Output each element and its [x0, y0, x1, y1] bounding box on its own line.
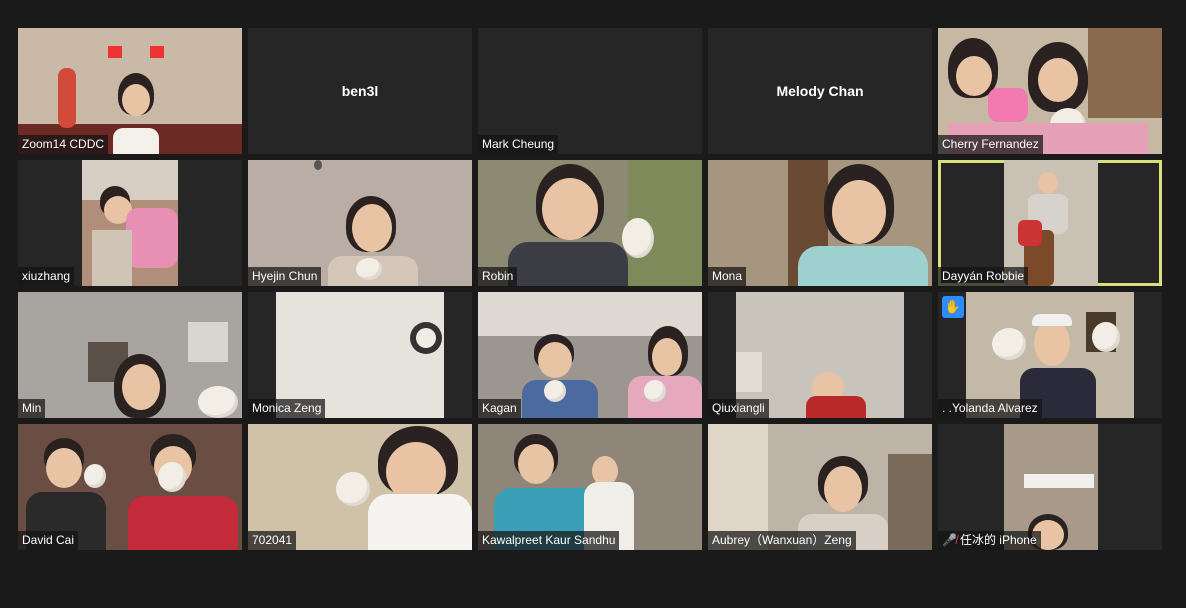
participant-tile[interactable]: Kagan — [478, 292, 702, 418]
participant-name-label: 🎤̸ 任冰的 iPhone — [938, 531, 1041, 550]
participant-name-label: Min — [18, 399, 46, 418]
participant-name-center: ben3l — [341, 83, 379, 99]
participant-name-label: Aubrey（Wanxuan）Zeng — [708, 531, 856, 550]
participant-tile[interactable]: Aubrey（Wanxuan）Zeng — [708, 424, 932, 550]
participant-name-label: Cherry Fernandez — [938, 135, 1043, 154]
participant-name-label: Zoom14 CDDC — [18, 135, 109, 154]
participant-tile[interactable]: Kawalpreet Kaur Sandhu — [478, 424, 702, 550]
participant-tile[interactable]: David Cai — [18, 424, 242, 550]
participant-tile[interactable]: Monica Zeng — [248, 292, 472, 418]
participant-name-label: Qiuxiangli — [708, 399, 769, 418]
participant-video — [82, 160, 178, 286]
participant-name-center: Melody Chan — [776, 83, 864, 99]
participant-name-label: Monica Zeng — [248, 399, 326, 418]
participant-tile[interactable]: Robin — [478, 160, 702, 286]
participant-name-label: Kawalpreet Kaur Sandhu — [478, 531, 620, 550]
participant-tile[interactable]: Mark Cheung — [478, 28, 702, 154]
participant-tile[interactable]: Melody Chan — [708, 28, 932, 154]
participant-tile[interactable]: 🎤̸ 任冰的 iPhone — [938, 424, 1162, 550]
participant-tile[interactable]: Min — [18, 292, 242, 418]
participant-name-label: xiuzhang — [18, 267, 75, 286]
participant-tile[interactable]: Cherry Fernandez — [938, 28, 1162, 154]
participant-tile[interactable]: ✋ . .Yolanda Alvarez — [938, 292, 1162, 418]
participant-name-label: Dayyán Robbie — [938, 267, 1029, 286]
participant-tile[interactable]: xiuzhang — [18, 160, 242, 286]
participant-name-label: Hyejin Chun — [248, 267, 322, 286]
participant-name-label: 702041 — [248, 531, 297, 550]
participant-tile[interactable]: Mona — [708, 160, 932, 286]
participant-name-label: Mona — [708, 267, 747, 286]
participant-name-label: Robin — [478, 267, 518, 286]
participant-tile[interactable]: 702041 — [248, 424, 472, 550]
participant-name-label: Mark Cheung — [478, 135, 559, 154]
raised-hand-icon: ✋ — [942, 296, 964, 318]
participant-name-label: Kagan — [478, 399, 521, 418]
participant-video — [18, 292, 242, 418]
participant-name-label: . .Yolanda Alvarez — [938, 399, 1042, 418]
participant-name-label: David Cai — [18, 531, 79, 550]
participant-tile-active-speaker[interactable]: Dayyán Robbie — [938, 160, 1162, 286]
muted-microphone-icon: 🎤̸ — [942, 533, 957, 547]
video-gallery: Zoom14 CDDC ben3l Mark Cheung Melody Cha… — [18, 28, 1163, 552]
participant-tile[interactable]: Hyejin Chun — [248, 160, 472, 286]
participant-tile[interactable]: Zoom14 CDDC — [18, 28, 242, 154]
participant-tile[interactable]: ben3l — [248, 28, 472, 154]
participant-tile[interactable]: Qiuxiangli — [708, 292, 932, 418]
